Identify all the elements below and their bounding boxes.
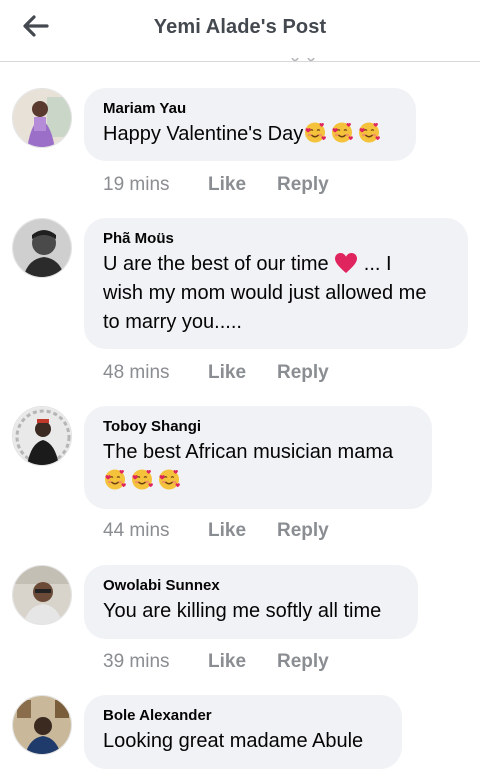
- avatar[interactable]: [12, 218, 72, 278]
- smiling-face-with-hearts-icon: [157, 467, 181, 491]
- red-heart-icon: [335, 253, 358, 273]
- smiling-face-with-hearts-icon: [303, 120, 327, 144]
- comment-text: The best African musician mama: [103, 438, 414, 496]
- avatar[interactable]: [12, 88, 72, 148]
- comment-actions: 44 mins Like Reply: [103, 520, 329, 542]
- reply-button[interactable]: Reply: [277, 520, 329, 542]
- page-title: Yemi Alade's Post: [153, 16, 327, 38]
- comment-author[interactable]: Owolabi Sunnex: [103, 577, 400, 595]
- comment-bubble[interactable]: Mariam Yau Happy Valentine's Day: [84, 88, 416, 161]
- comment-timestamp: 19 mins: [103, 174, 170, 195]
- comment-actions: 48 mins Like Reply: [103, 362, 329, 384]
- comment-bubble[interactable]: Phã Moüs U are the best of our time ... …: [84, 218, 468, 349]
- comment-author[interactable]: Mariam Yau: [103, 100, 398, 118]
- comment-text: Happy Valentine's Day: [103, 120, 398, 149]
- smiling-face-with-hearts-icon: [130, 467, 154, 491]
- avatar[interactable]: [12, 565, 72, 625]
- smiling-face-with-hearts-icon: [357, 120, 381, 144]
- avatar[interactable]: [12, 406, 72, 466]
- scroll-indicator: [291, 58, 315, 62]
- comment-author[interactable]: Phã Moüs: [103, 230, 450, 248]
- comment-timestamp: 44 mins: [103, 520, 170, 541]
- post-header: Yemi Alade's Post: [0, 0, 480, 62]
- comment-author[interactable]: Bole Alexander: [103, 707, 384, 725]
- reply-button[interactable]: Reply: [277, 362, 329, 384]
- reply-button[interactable]: Reply: [277, 174, 329, 196]
- avatar[interactable]: [12, 695, 72, 755]
- like-button[interactable]: Like: [208, 174, 277, 196]
- like-button[interactable]: Like: [208, 520, 277, 542]
- comment-text: U are the best of our time ... I wish my…: [103, 253, 427, 333]
- comment-bubble[interactable]: Bole Alexander Looking great madame Abul…: [84, 695, 402, 769]
- like-button[interactable]: Like: [208, 362, 277, 384]
- comment-text: You are killing me softly all time: [103, 600, 382, 622]
- comment-actions: 39 mins Like Reply: [103, 651, 329, 673]
- comment-timestamp: 48 mins: [103, 362, 170, 383]
- comment-actions: 19 mins Like Reply: [103, 174, 329, 196]
- comment-bubble[interactable]: Toboy Shangi The best African musician m…: [84, 406, 432, 509]
- comment-author[interactable]: Toboy Shangi: [103, 418, 414, 436]
- comment-timestamp: 39 mins: [103, 651, 170, 672]
- comment-text: Looking great madame Abule: [103, 730, 364, 752]
- smiling-face-with-hearts-icon: [103, 467, 127, 491]
- smiling-face-with-hearts-icon: [330, 120, 354, 144]
- reply-button[interactable]: Reply: [277, 651, 329, 673]
- like-button[interactable]: Like: [208, 651, 277, 673]
- comment-bubble[interactable]: Owolabi Sunnex You are killing me softly…: [84, 565, 418, 639]
